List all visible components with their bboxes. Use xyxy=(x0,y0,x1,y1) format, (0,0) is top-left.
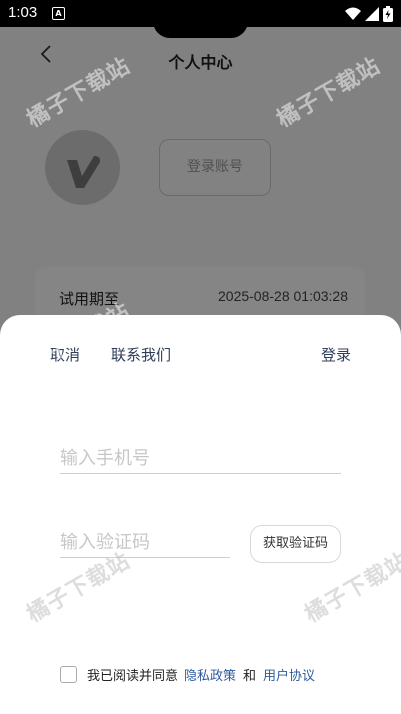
contact-us-button[interactable]: 联系我们 xyxy=(111,344,171,365)
signal-icon xyxy=(365,7,379,21)
privacy-policy-link[interactable]: 隐私政策 xyxy=(184,665,236,684)
agreement-row: 我已阅读并同意 隐私政策 和 用户协议 xyxy=(60,664,315,684)
battery-icon xyxy=(383,6,393,22)
status-icons xyxy=(345,6,393,22)
verification-code-input[interactable] xyxy=(60,527,230,558)
agreement-prefix: 我已阅读并同意 xyxy=(87,668,179,684)
notification-icon: A xyxy=(52,7,65,20)
wifi-icon xyxy=(345,7,361,20)
status-time: 1:03 xyxy=(8,4,38,21)
agreement-checkbox[interactable] xyxy=(60,665,77,683)
login-sheet: 取消 联系我们 登录 获取验证码 我已阅读并同意 隐私政策 和 用户协议 xyxy=(0,315,401,714)
cancel-button[interactable]: 取消 xyxy=(50,344,80,365)
phone-input[interactable] xyxy=(60,443,341,474)
get-code-button[interactable]: 获取验证码 xyxy=(250,525,341,563)
user-agreement-link[interactable]: 用户协议 xyxy=(263,665,315,684)
camera-cutout xyxy=(153,4,248,38)
agreement-and: 和 xyxy=(243,668,257,684)
login-button[interactable]: 登录 xyxy=(321,344,351,365)
